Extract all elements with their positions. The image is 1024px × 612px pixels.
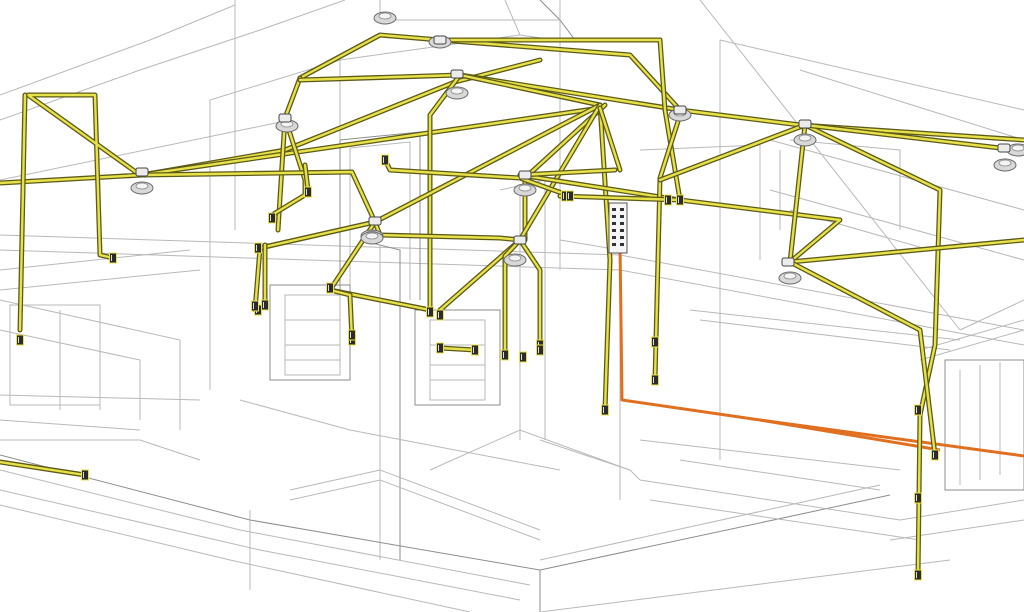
wiring-network	[0, 32, 1024, 578]
junction-box[interactable]	[135, 167, 149, 177]
wall-device-box[interactable]	[109, 252, 117, 264]
ceiling-light-fixture[interactable]	[503, 253, 527, 267]
wall-device-box[interactable]	[536, 344, 544, 356]
wall-device-box[interactable]	[304, 186, 312, 198]
wall-device-box[interactable]	[268, 212, 276, 224]
junction-box[interactable]	[278, 113, 292, 123]
wire-run	[458, 73, 602, 107]
ceiling-light-fixture[interactable]	[130, 181, 154, 195]
wire-run	[658, 123, 807, 182]
wall-device-box[interactable]	[251, 300, 259, 312]
wall-device-box[interactable]	[254, 242, 262, 254]
wall-device-box[interactable]	[651, 374, 659, 386]
ceiling-light-fixture[interactable]	[445, 86, 469, 100]
wall-device-box[interactable]	[664, 194, 672, 206]
ceiling-light-fixture[interactable]	[373, 11, 397, 25]
wall-device-box[interactable]	[326, 282, 334, 294]
wall-device-box[interactable]	[426, 306, 434, 318]
junction-box[interactable]	[368, 216, 382, 226]
junction-box[interactable]	[798, 119, 812, 129]
wiring-diagram-canvas[interactable]	[0, 0, 1024, 612]
ceiling-light-fixture[interactable]	[793, 133, 817, 147]
electrical-panel[interactable]	[608, 202, 628, 254]
wall-device-box[interactable]	[651, 336, 659, 348]
junction-box[interactable]	[997, 143, 1011, 153]
wall-device-box[interactable]	[519, 351, 527, 363]
wire-run-outline	[597, 102, 613, 413]
wall-device-box[interactable]	[566, 190, 574, 202]
wall-device-box[interactable]	[436, 309, 444, 321]
junction-box[interactable]	[513, 235, 527, 245]
wall-device-box[interactable]	[676, 194, 684, 206]
ceiling-light-fixture[interactable]	[360, 231, 384, 245]
electrical-panel-group	[608, 202, 628, 254]
ceiling-light-fixture[interactable]	[513, 183, 537, 197]
wall-device-box[interactable]	[601, 404, 609, 416]
wall-device-box[interactable]	[914, 492, 922, 504]
wall-device-box[interactable]	[381, 154, 389, 166]
wall-device-box[interactable]	[931, 449, 939, 461]
wall-device-box[interactable]	[261, 299, 269, 311]
wall-device-box[interactable]	[16, 334, 24, 346]
junction-box[interactable]	[673, 105, 687, 115]
3d-model-viewport[interactable]	[0, 0, 1024, 612]
wall-device-box[interactable]	[348, 329, 356, 341]
wall-device-box[interactable]	[81, 469, 89, 481]
wall-device-box[interactable]	[471, 344, 479, 356]
ceiling-light-fixture[interactable]	[993, 158, 1017, 172]
wire-run-outline	[787, 122, 943, 578]
junction-box[interactable]	[433, 35, 447, 45]
junction-box[interactable]	[450, 69, 464, 79]
service-feed-line	[759, 418, 941, 452]
wall-device-box[interactable]	[914, 404, 922, 416]
wall-device-box[interactable]	[914, 569, 922, 581]
ceiling-light-fixture[interactable]	[778, 271, 802, 285]
wall-device-box[interactable]	[501, 349, 509, 361]
junction-box[interactable]	[518, 170, 532, 180]
wall-device-box[interactable]	[436, 342, 444, 354]
junction-box[interactable]	[781, 257, 795, 267]
